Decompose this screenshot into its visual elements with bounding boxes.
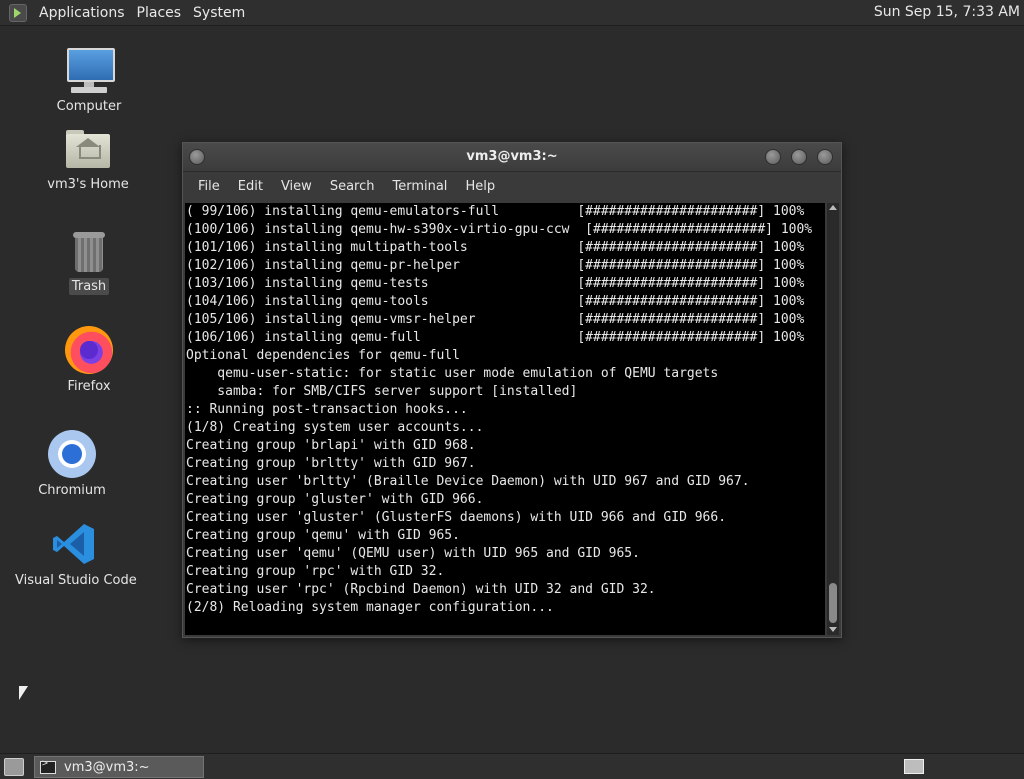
- desktop-icon-label: Chromium: [38, 483, 106, 498]
- mouse-pointer-icon: [19, 686, 28, 700]
- trash-icon: [71, 230, 107, 274]
- terminal-line: Creating group 'brltty' with GID 967.: [186, 456, 476, 471]
- scroll-up-icon[interactable]: [829, 205, 837, 210]
- bottom-panel: vm3@vm3:~: [0, 753, 1024, 779]
- desktop-icon-label: Trash: [68, 278, 110, 295]
- taskbar-item-label: vm3@vm3:~: [64, 759, 150, 775]
- maximize-button[interactable]: [791, 149, 807, 165]
- taskbar-item-terminal[interactable]: vm3@vm3:~: [34, 756, 204, 778]
- desktop-icon-label: Computer: [56, 99, 122, 114]
- terminal-line: Creating user 'brltty' (Braille Device D…: [186, 474, 750, 489]
- minimize-button[interactable]: [765, 149, 781, 165]
- desktop-icon-label: vm3's Home: [47, 177, 129, 192]
- terminal-menubar: File Edit View Search Terminal Help: [183, 172, 841, 200]
- menu-system[interactable]: System: [187, 5, 251, 21]
- terminal-output[interactable]: ( 99/106) installing qemu-emulators-full…: [185, 203, 825, 635]
- menu-file[interactable]: File: [189, 179, 229, 194]
- desktop-icon-home[interactable]: vm3's Home: [38, 130, 138, 193]
- terminal-line: :: Running post-transaction hooks...: [186, 402, 468, 417]
- terminal-line: ( 99/106) installing qemu-emulators-full…: [186, 204, 805, 219]
- scroll-down-icon[interactable]: [829, 627, 837, 632]
- scrollbar-thumb[interactable]: [829, 583, 837, 623]
- terminal-line: (100/106) installing qemu-hw-s390x-virti…: [186, 222, 813, 237]
- menu-help[interactable]: Help: [456, 179, 504, 194]
- terminal-line: (105/106) installing qemu-vmsr-helper [#…: [186, 312, 805, 327]
- window-title-bar[interactable]: vm3@vm3:~: [183, 143, 841, 172]
- desktop-icon-vscode[interactable]: Visual Studio Code: [12, 520, 137, 589]
- show-desktop-icon[interactable]: [4, 758, 24, 776]
- desktop-icon-label: Firefox: [67, 379, 111, 394]
- desktop-icon-chromium[interactable]: Chromium: [32, 430, 112, 499]
- terminal-line: (103/106) installing qemu-tests [#######…: [186, 276, 805, 291]
- terminal-line: Creating user 'rpc' (Rpcbind Daemon) wit…: [186, 582, 656, 597]
- desktop-icon-trash[interactable]: Trash: [58, 230, 120, 295]
- desktop-icon-firefox[interactable]: Firefox: [54, 326, 124, 395]
- terminal-line: Creating user 'gluster' (GlusterFS daemo…: [186, 510, 727, 525]
- menu-edit[interactable]: Edit: [229, 179, 272, 194]
- vscode-icon: [50, 520, 98, 568]
- terminal-line: Creating group 'rpc' with GID 32.: [186, 564, 445, 579]
- firefox-icon: [65, 326, 113, 374]
- menu-view[interactable]: View: [272, 179, 321, 194]
- terminal-line: (2/8) Reloading system manager configura…: [186, 600, 554, 615]
- terminal-line: (101/106) installing multipath-tools [##…: [186, 240, 805, 255]
- close-button[interactable]: [817, 149, 833, 165]
- terminal-line: (102/106) installing qemu-pr-helper [###…: [186, 258, 805, 273]
- terminal-window[interactable]: vm3@vm3:~ File Edit View Search Terminal…: [182, 142, 842, 638]
- terminal-line: Creating user 'qemu' (QEMU user) with UI…: [186, 546, 640, 561]
- desktop-icon-label: Visual Studio Code: [15, 573, 137, 588]
- panel-clock[interactable]: Sun Sep 15, 7:33 AM: [874, 4, 1020, 20]
- terminal-line: Creating group 'gluster' with GID 966.: [186, 492, 484, 507]
- menu-logo-icon[interactable]: [9, 3, 27, 22]
- top-panel: Applications Places System Sun Sep 15, 7…: [0, 0, 1024, 26]
- terminal-line: Creating group 'brlapi' with GID 968.: [186, 438, 476, 453]
- window-title: vm3@vm3:~: [466, 149, 558, 164]
- terminal-line: (1/8) Creating system user accounts...: [186, 420, 484, 435]
- computer-icon: [65, 46, 115, 94]
- terminal-line: qemu-user-static: for static user mode e…: [186, 366, 719, 381]
- chromium-icon: [48, 430, 96, 478]
- menu-search[interactable]: Search: [321, 179, 384, 194]
- terminal-line: (104/106) installing qemu-tools [#######…: [186, 294, 805, 309]
- terminal-line: samba: for SMB/CIFS server support [inst…: [186, 384, 578, 399]
- menu-places[interactable]: Places: [131, 5, 188, 21]
- home-folder-icon: [66, 130, 110, 170]
- terminal-icon: [40, 758, 56, 774]
- menu-applications[interactable]: Applications: [33, 5, 131, 21]
- menu-terminal[interactable]: Terminal: [383, 179, 456, 194]
- terminal-line: Optional dependencies for qemu-full: [186, 348, 460, 363]
- workspace-switcher[interactable]: [904, 759, 924, 774]
- terminal-line: (106/106) installing qemu-full [########…: [186, 330, 805, 345]
- desktop-icon-computer[interactable]: Computer: [48, 46, 130, 115]
- terminal-line: Creating group 'qemu' with GID 965.: [186, 528, 460, 543]
- terminal-scrollbar[interactable]: [827, 203, 839, 635]
